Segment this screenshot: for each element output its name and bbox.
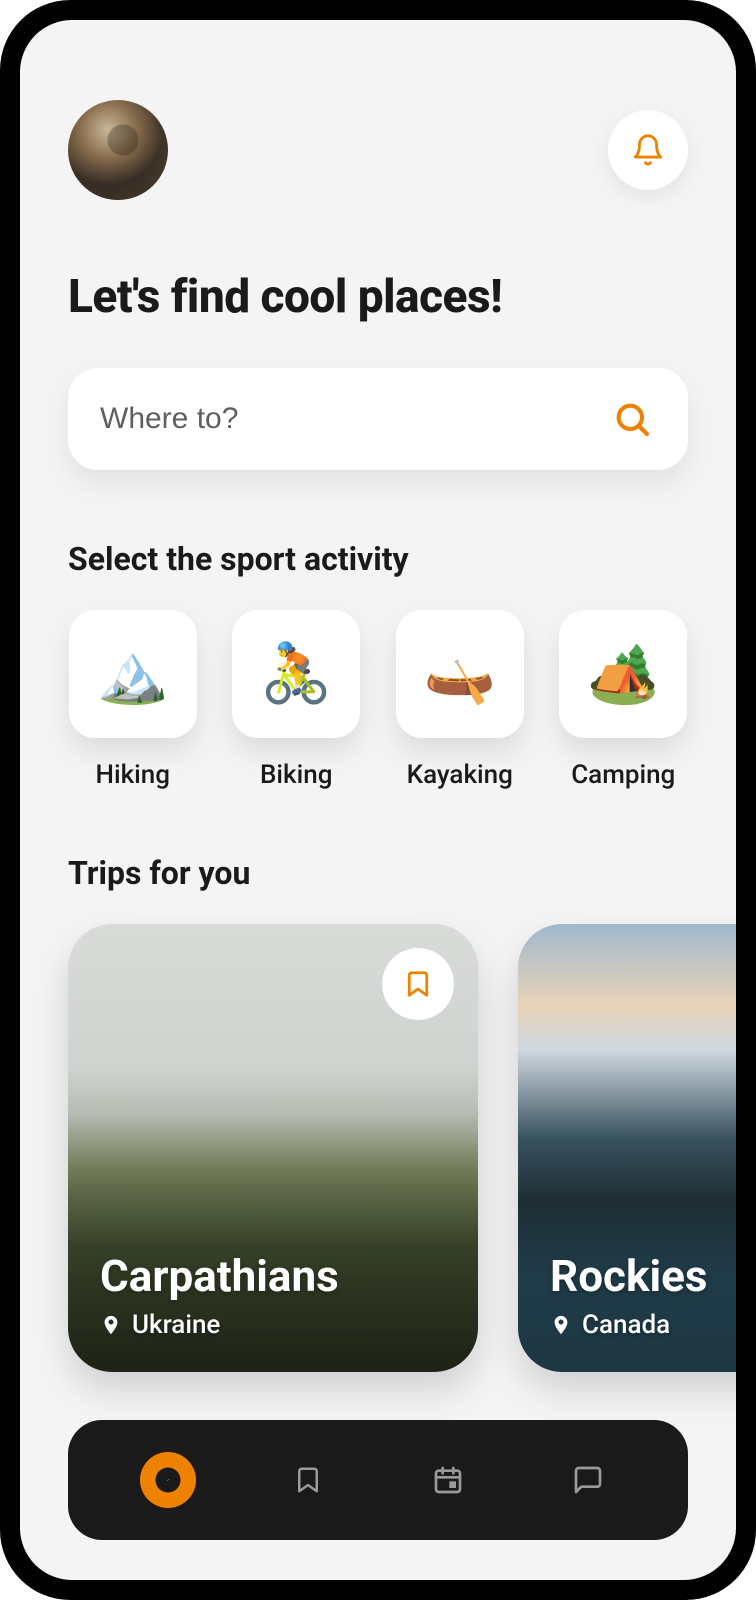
activity-label: Kayaking [407,760,513,790]
activity-biking[interactable]: 🚴 Biking [232,610,362,790]
biking-icon: 🚴 [232,610,360,738]
trip-location-text: Ukraine [132,1310,220,1340]
mountain-icon: 🏔️ [69,610,197,738]
bell-icon [631,133,665,167]
topbar [68,100,688,200]
content-area: Let's find cool places! Select the sport… [20,20,736,1580]
camping-icon: 🏕️ [559,610,687,738]
activity-label: Hiking [96,760,170,790]
nav-calendar[interactable] [420,1452,476,1508]
screen: Let's find cool places! Select the sport… [20,20,736,1580]
trip-name: Rockies [550,1250,707,1302]
activity-label: Biking [260,760,332,790]
activity-camping[interactable]: 🏕️ Camping [559,610,689,790]
activity-kayaking[interactable]: 🛶 Kayaking [395,610,525,790]
trips-list[interactable]: Carpathians Ukraine Rockies [68,924,688,1372]
trip-location: Ukraine [100,1310,339,1340]
bottom-navbar [68,1420,688,1540]
activities-list: 🏔️ Hiking 🚴 Biking 🛶 Kayaking 🏕️ Camping [68,610,688,790]
avatar[interactable] [68,100,168,200]
pin-icon [100,1314,122,1336]
chat-icon [572,1464,604,1496]
activity-label: Camping [571,760,675,790]
search-icon[interactable] [612,399,652,439]
trip-location-text: Canada [582,1310,670,1340]
pin-icon [550,1314,572,1336]
trip-card-carpathians[interactable]: Carpathians Ukraine [68,924,478,1372]
activities-title: Select the sport activity [68,540,688,578]
bookmark-button[interactable] [382,948,454,1020]
notifications-button[interactable] [608,110,688,190]
canoe-icon: 🛶 [396,610,524,738]
compass-icon [153,1465,183,1495]
search-bar[interactable] [68,368,688,470]
trip-location: Canada [550,1310,707,1340]
search-input[interactable] [100,402,612,436]
page-title: Let's find cool places! [68,270,688,324]
nav-explore[interactable] [140,1452,196,1508]
nav-messages[interactable] [560,1452,616,1508]
bookmark-icon [403,969,433,999]
nav-saved[interactable] [280,1452,336,1508]
bookmark-icon [293,1463,323,1497]
trips-title: Trips for you [68,854,688,892]
activity-hiking[interactable]: 🏔️ Hiking [68,610,198,790]
calendar-icon [432,1464,464,1496]
device-frame: Let's find cool places! Select the sport… [0,0,756,1600]
trip-info: Carpathians Ukraine [100,1250,339,1340]
trip-name: Carpathians [100,1250,339,1302]
trip-card-rockies[interactable]: Rockies Canada [518,924,736,1372]
trip-info: Rockies Canada [550,1250,707,1340]
